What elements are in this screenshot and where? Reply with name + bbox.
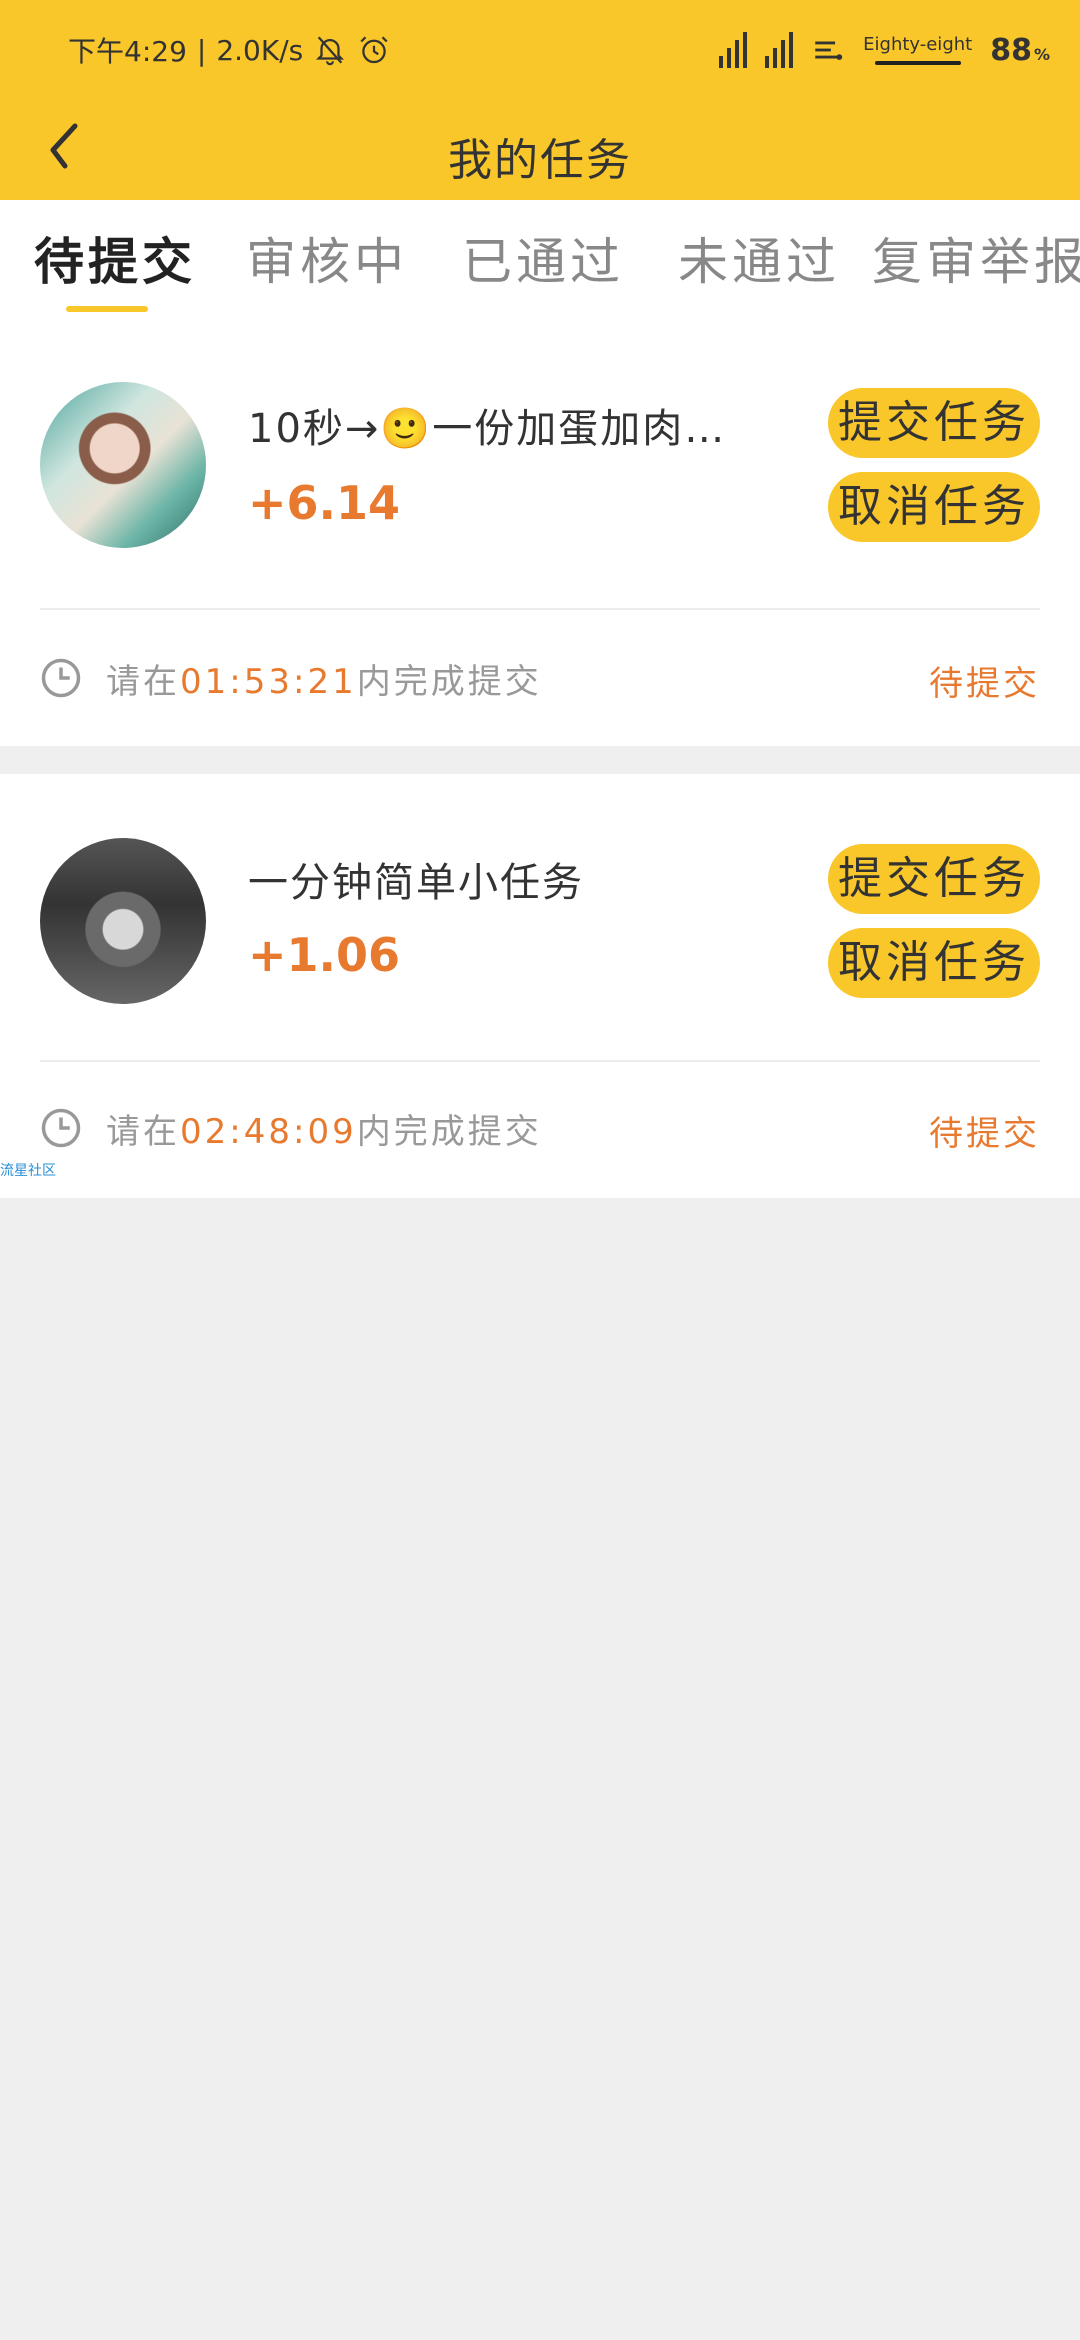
app-header: 下午4:29 | 2.0K/s Eighty-eight 88 % 我的任务 [0,0,1080,200]
clock-icon [41,658,81,698]
deadline-row: 请在01:53:21内完成提交 待提交 [40,648,1040,708]
alarm-clock-icon [360,36,388,64]
deadline-suffix: 内完成提交 [356,1111,542,1152]
status-right: Eighty-eight 88% [719,22,1050,78]
data-transfer-icon [815,41,843,60]
carrier-label: Eighty-eight [863,35,972,65]
status-net-speed: 2.0K/s [216,33,304,67]
tab-rejected[interactable]: 未通过 [678,222,840,292]
deadline-time: 02:48:09 [180,1111,357,1152]
carrier-underline [874,61,961,65]
task-status: 待提交 [929,664,1040,704]
status-separator: | [196,33,207,67]
title-bar: 我的任务 [0,100,1080,200]
status-time: 下午4:29 [68,35,187,68]
task-card[interactable]: 一分钟简单小任务 +1.06 提交任务 取消任务 请在02:48:09内完成提交… [0,774,1080,1198]
signal-icon-2 [765,32,794,68]
carrier-name: Eighty-eight [863,34,973,55]
deadline-prefix: 请在 [106,1111,180,1152]
card-divider [40,608,1040,610]
mute-bell-icon [316,36,345,66]
deadline-suffix: 内完成提交 [356,661,542,702]
status-left: 下午4:29 | 2.0K/s [68,28,391,72]
task-status-tabs: 待提交 审核中 已通过 未通过 复审举报 [0,200,1080,318]
cancel-task-button[interactable]: 取消任务 [828,472,1040,542]
signal-icon [719,32,748,68]
deadline-time: 01:53:21 [180,661,357,702]
tab-under-review[interactable]: 审核中 [246,222,408,292]
clock-icon [41,1108,81,1148]
submit-task-button[interactable]: 提交任务 [828,388,1040,458]
task-card[interactable]: 10秒→🙂一份加蛋加肉… +6.14 提交任务 取消任务 请在01:53:21内… [0,318,1080,746]
task-status: 待提交 [929,1114,1040,1154]
deadline-prefix: 请在 [106,661,180,702]
tab-reexamine-report[interactable]: 复审举报 [872,222,1080,292]
task-avatar [40,838,206,1004]
active-tab-indicator [66,306,148,312]
battery-level: 88% [990,33,1050,68]
submit-task-button[interactable]: 提交任务 [828,844,1040,914]
task-title: 一分钟简单小任务 [248,860,584,906]
tab-pending-submit[interactable]: 待提交 [34,222,196,292]
battery-value: 88 [990,32,1032,68]
status-bar: 下午4:29 | 2.0K/s Eighty-eight 88 % [0,0,1080,100]
page-title: 我的任务 [448,135,632,186]
deadline-row: 请在02:48:09内完成提交 待提交 [40,1098,1040,1158]
tab-approved[interactable]: 已通过 [462,222,624,292]
cancel-task-button[interactable]: 取消任务 [828,928,1040,998]
task-reward: +6.14 [248,476,401,530]
task-title: 10秒→🙂一份加蛋加肉… [248,406,727,452]
task-reward: +1.06 [248,928,401,982]
deadline-text: 请在01:53:21内完成提交 [106,654,542,703]
card-divider [40,1060,1040,1062]
watermark: 流星社区 [0,1163,56,1179]
task-avatar [40,382,206,548]
battery-unit: % [1033,44,1050,64]
deadline-text: 请在02:48:09内完成提交 [106,1104,542,1153]
